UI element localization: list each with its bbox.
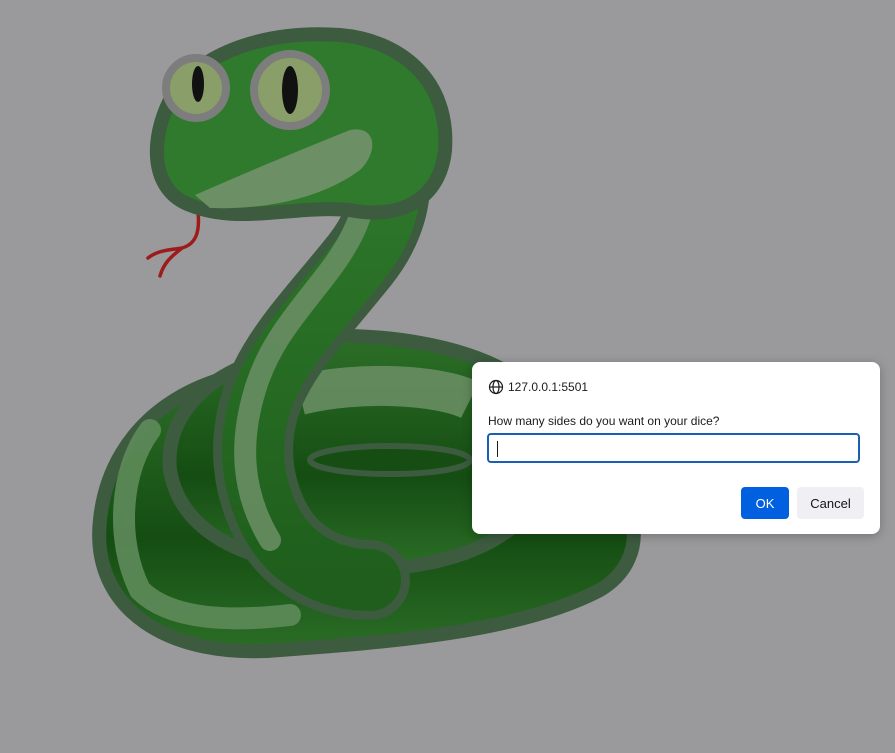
origin-label: 127.0.0.1:5501 bbox=[508, 380, 589, 394]
ok-button[interactable]: OK bbox=[741, 487, 789, 519]
prompt-input[interactable] bbox=[487, 433, 860, 463]
dialog-origin: 127.0.0.1:5501 bbox=[488, 378, 588, 396]
prompt-message: How many sides do you want on your dice? bbox=[488, 414, 720, 428]
prompt-dialog: 127.0.0.1:5501 How many sides do you wan… bbox=[472, 362, 880, 534]
globe-icon bbox=[488, 379, 504, 395]
cancel-button[interactable]: Cancel bbox=[797, 487, 864, 519]
text-caret bbox=[497, 441, 498, 457]
